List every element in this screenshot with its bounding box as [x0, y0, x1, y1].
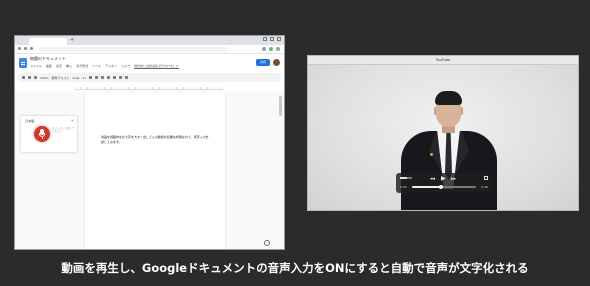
italic-icon[interactable] — [95, 76, 99, 79]
browser-nav-buttons — [18, 47, 33, 50]
menu-insert[interactable]: 挿入 — [66, 64, 72, 68]
underline-icon[interactable] — [101, 76, 105, 79]
lapel-pin — [430, 153, 433, 156]
progress-handle[interactable] — [438, 185, 443, 189]
docs-menu-bar: ファイル 編集 表示 挿入 表示形式 ツール アドオン ヘルプ 数秒前に最終編集… — [30, 64, 179, 68]
document-text[interactable]: 动画を視聴中なので声を大きく出して入力確認が必要な状態なので、音声入力を試してみ… — [101, 135, 211, 145]
menu-tools[interactable]: ツール — [92, 64, 101, 68]
explore-icon[interactable] — [264, 240, 270, 246]
browser-extensions — [262, 47, 280, 51]
bold-icon[interactable] — [89, 76, 93, 79]
window-controls — [263, 37, 281, 41]
avatar[interactable] — [273, 59, 280, 66]
docs-toolbar: 100% 標準テキスト Arial 11 — [18, 73, 281, 82]
url-field[interactable] — [39, 47, 229, 52]
video-frame[interactable]: ◂◂ ▶ ▸▸ 0:00 0:40 — [308, 65, 578, 210]
reload-icon[interactable] — [30, 47, 33, 50]
redo-icon[interactable] — [28, 76, 31, 79]
share-button[interactable]: 共有 — [256, 59, 270, 66]
browser-tab[interactable] — [29, 38, 67, 45]
forward-icon[interactable] — [24, 47, 27, 50]
video-window-title: YouTube — [435, 58, 451, 62]
current-time: 0:00 — [400, 185, 407, 189]
hair — [435, 91, 462, 105]
maximize-icon[interactable] — [270, 37, 274, 41]
ruler[interactable] — [75, 84, 224, 90]
back-icon[interactable] — [18, 47, 21, 50]
profile-icon[interactable] — [269, 47, 273, 51]
close-icon[interactable]: × — [71, 118, 74, 123]
menu-addons[interactable]: アドオン — [105, 64, 117, 68]
volume-fill — [400, 177, 408, 179]
undo-icon[interactable] — [22, 76, 25, 79]
google-docs-logo-icon[interactable] — [19, 58, 27, 68]
style-select[interactable]: 標準テキスト — [52, 76, 70, 80]
document-page[interactable]: 动画を視聴中なので声を大きく出して入力確認が必要な状態なので、音声入力を試してみ… — [85, 92, 225, 249]
browser-tab-bar: + — [15, 36, 284, 45]
last-edit-link[interactable]: 数秒前に最終編集が行われました — [134, 64, 179, 68]
scrollbar[interactable] — [279, 96, 282, 116]
menu-format[interactable]: 表示形式 — [76, 64, 88, 68]
share-icon[interactable] — [484, 176, 488, 180]
video-window: YouTube ◂◂ ▶ ▸▸ 0:00 0:40 — [307, 55, 579, 211]
caption: 動画を再生し、Googleドキュメントの音声入力をONにすると自動で音声が文字化… — [61, 261, 529, 275]
progress-track[interactable] — [412, 185, 476, 189]
close-icon[interactable] — [277, 37, 281, 41]
microphone-button[interactable] — [34, 126, 50, 142]
play-icon[interactable]: ▶ — [441, 176, 446, 182]
extension-icon[interactable] — [262, 47, 266, 51]
align-icon[interactable] — [119, 76, 123, 79]
minimize-icon[interactable] — [263, 37, 267, 41]
menu-view[interactable]: 表示 — [56, 64, 62, 68]
print-icon[interactable] — [34, 76, 37, 79]
font-size-select[interactable]: 11 — [82, 76, 86, 80]
microphone-stem-icon — [41, 137, 43, 139]
volume-slider[interactable] — [400, 177, 412, 179]
text-color-icon[interactable] — [107, 76, 111, 79]
progress-fill — [412, 186, 441, 188]
docs-header: 無題のドキュメント ファイル 編集 表示 挿入 表示形式 ツール アドオン ヘル… — [15, 54, 284, 73]
google-docs-window: + 無題のドキュメント ファイル 編集 表示 挿入 表示形式 ツール アドオン … — [14, 35, 285, 250]
browser-address-bar — [15, 45, 284, 54]
menu-help[interactable]: ヘルプ — [121, 64, 130, 68]
video-controls: ◂◂ ▶ ▸▸ 0:00 0:40 — [396, 173, 492, 193]
menu-file[interactable]: ファイル — [30, 64, 42, 68]
total-time: 0:40 — [481, 185, 488, 189]
doc-title[interactable]: 無題のドキュメント — [30, 56, 66, 62]
font-select[interactable]: Arial — [73, 76, 80, 80]
rewind-icon[interactable]: ◂◂ — [430, 176, 435, 182]
fast-forward-icon[interactable]: ▸▸ — [451, 176, 456, 182]
zoom-select[interactable]: 100% — [40, 76, 49, 80]
voice-language-select[interactable]: 日本語 — [25, 119, 34, 123]
link-icon[interactable] — [113, 76, 117, 79]
voice-typing-panel: 日本語 × クリックして話してください — [21, 116, 77, 152]
new-tab-icon[interactable]: + — [70, 37, 74, 43]
docs-editor-area: 日本語 × クリックして話してください 动画を視聴中なので声を大きく出して入力確… — [15, 92, 284, 249]
menu-edit[interactable]: 編集 — [46, 64, 52, 68]
video-titlebar: YouTube — [308, 56, 578, 65]
browser-menu-icon[interactable] — [276, 47, 280, 51]
voice-hint: クリックして話してください — [52, 127, 75, 133]
list-icon[interactable] — [125, 76, 129, 79]
